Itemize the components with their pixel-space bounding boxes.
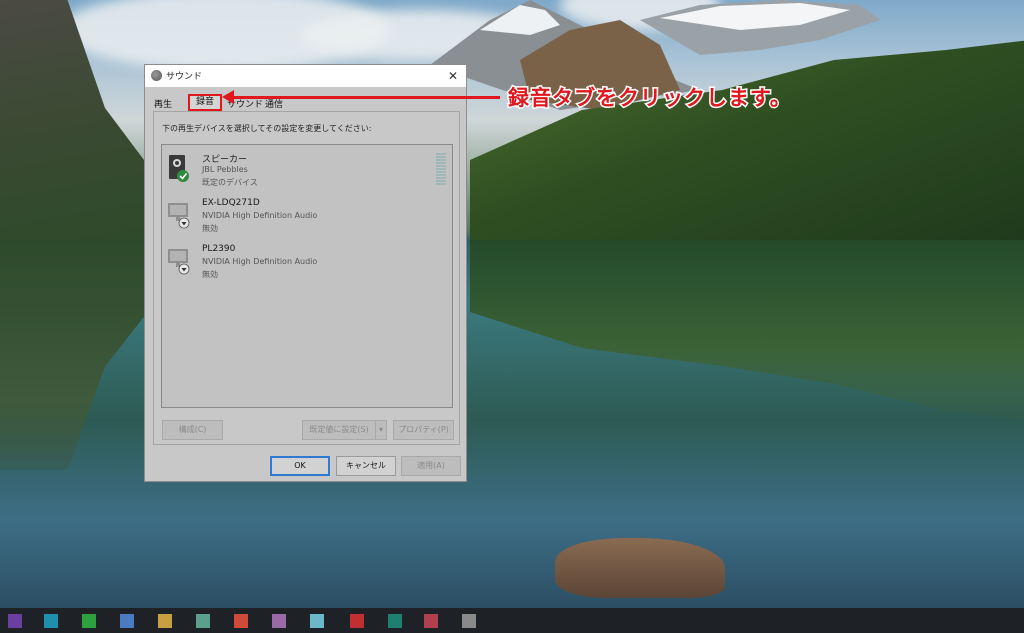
monitor-device-icon bbox=[168, 249, 190, 275]
tab-recording[interactable]: 録音 bbox=[188, 94, 222, 111]
taskbar-app-icon[interactable] bbox=[424, 614, 438, 628]
tab-playback[interactable]: 再生 bbox=[154, 97, 172, 110]
taskbar-app-icon[interactable] bbox=[310, 614, 324, 628]
annotation-arrow-line bbox=[230, 96, 500, 99]
cliff-reflection bbox=[0, 240, 150, 470]
taskbar-app-icon[interactable] bbox=[158, 614, 172, 628]
configure-button[interactable]: 構成(C) bbox=[162, 420, 223, 440]
taskbar-app-icon[interactable] bbox=[462, 614, 476, 628]
apply-button[interactable]: 適用(A) bbox=[401, 456, 461, 476]
device-item-speaker[interactable]: スピーカー JBL Pebbles 既定のデバイス bbox=[162, 149, 452, 193]
sound-dialog: サウンド ✕ 再生 録音 サウンド 通信 下の再生デバイスを選択してその設定を変… bbox=[144, 64, 467, 482]
properties-button[interactable]: プロパティ(P) bbox=[393, 420, 454, 440]
annotation-callout: 録音タブをクリックします。 bbox=[507, 85, 793, 112]
taskbar-app-icon[interactable] bbox=[196, 614, 210, 628]
device-name: PL2390 bbox=[202, 244, 236, 254]
taskbar bbox=[0, 608, 1024, 633]
system-tray[interactable] bbox=[956, 612, 1016, 629]
device-name: EX-LDQ271D bbox=[202, 198, 260, 208]
device-description: NVIDIA High Definition Audio bbox=[202, 211, 318, 220]
instruction-text: 下の再生デバイスを選択してその設定を変更してください: bbox=[162, 124, 372, 133]
device-description: JBL Pebbles bbox=[202, 165, 248, 174]
title-bar[interactable]: サウンド ✕ bbox=[145, 65, 466, 87]
taskbar-app-icon[interactable] bbox=[272, 614, 286, 628]
taskbar-app-icon[interactable] bbox=[8, 614, 22, 628]
speaker-icon bbox=[151, 70, 162, 81]
taskbar-app-icon[interactable] bbox=[120, 614, 134, 628]
playback-panel: 下の再生デバイスを選択してその設定を変更してください: スピーカー JBL Pe… bbox=[153, 111, 460, 445]
device-status: 無効 bbox=[202, 270, 218, 279]
taskbar-app-icon[interactable] bbox=[234, 614, 248, 628]
monitor-device-icon bbox=[168, 203, 190, 229]
volume-level-meter bbox=[436, 153, 446, 185]
ok-button[interactable]: OK bbox=[270, 456, 330, 476]
rock bbox=[555, 538, 725, 598]
device-item-ex-ldq271d[interactable]: EX-LDQ271D NVIDIA High Definition Audio … bbox=[162, 195, 452, 239]
taskbar-app-icon[interactable] bbox=[388, 614, 402, 628]
set-default-dropdown-button[interactable]: ▾ bbox=[375, 420, 387, 440]
device-item-pl2390[interactable]: PL2390 NVIDIA High Definition Audio 無効 bbox=[162, 241, 452, 285]
device-status: 無効 bbox=[202, 224, 218, 233]
taskbar-app-icon[interactable] bbox=[44, 614, 58, 628]
device-list[interactable]: スピーカー JBL Pebbles 既定のデバイス EX-LDQ271D NVI… bbox=[161, 144, 453, 408]
device-name: スピーカー bbox=[202, 155, 248, 165]
cancel-button[interactable]: キャンセル bbox=[336, 456, 396, 476]
device-description: NVIDIA High Definition Audio bbox=[202, 257, 318, 266]
close-button[interactable]: ✕ bbox=[444, 67, 462, 85]
taskbar-app-icon[interactable] bbox=[350, 614, 364, 628]
forest-reflection bbox=[470, 240, 1024, 420]
speaker-device-icon bbox=[169, 155, 189, 182]
window-title: サウンド bbox=[166, 72, 203, 82]
set-default-button[interactable]: 既定値に設定(S) bbox=[302, 420, 375, 440]
taskbar-app-icon[interactable] bbox=[82, 614, 96, 628]
annotation-arrow-head bbox=[222, 90, 234, 104]
device-status: 既定のデバイス bbox=[202, 178, 258, 187]
